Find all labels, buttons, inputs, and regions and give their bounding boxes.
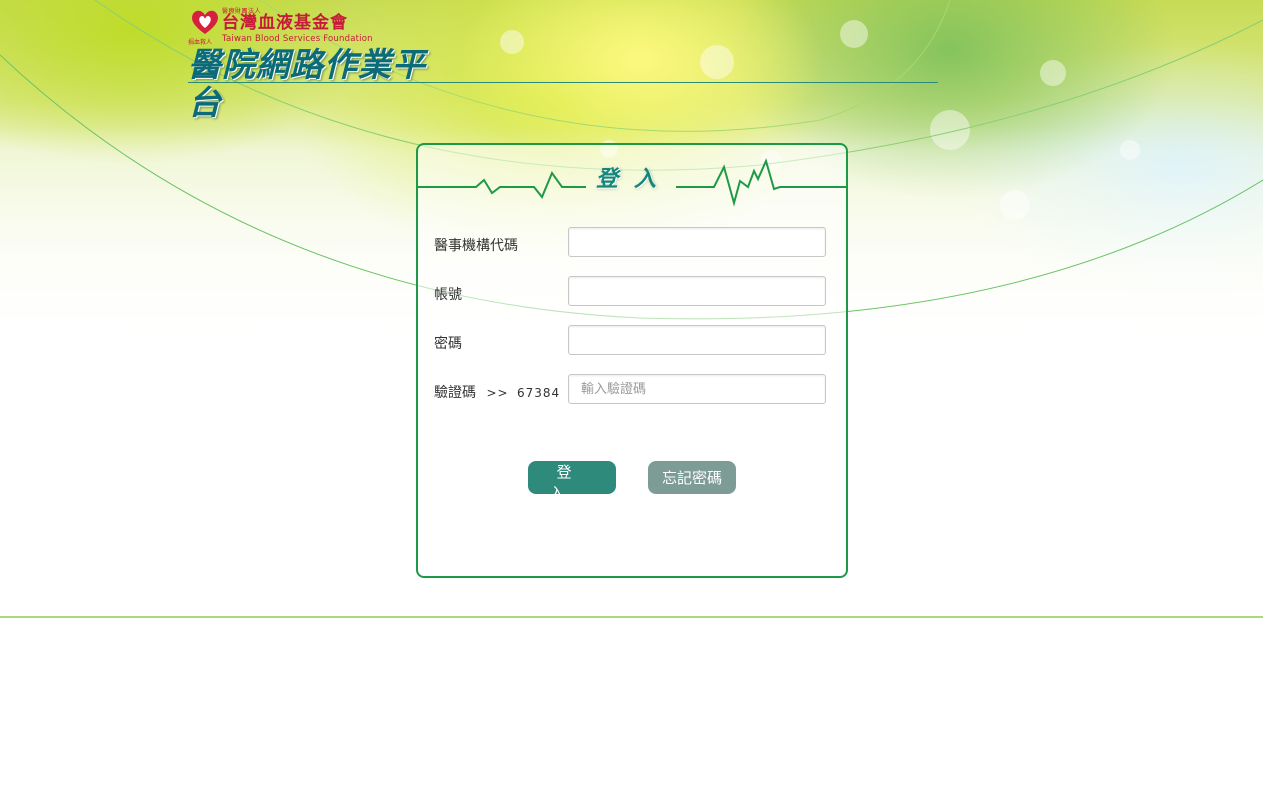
- forgot-password-button[interactable]: 忘記密碼: [648, 461, 736, 494]
- captcha-label: 驗證碼: [434, 385, 476, 401]
- captcha-prefix: >>: [486, 386, 509, 400]
- captcha-row: 驗證碼 >> 67384: [434, 374, 832, 408]
- org-name-cn: 台灣血液基金會: [222, 13, 348, 33]
- account-input[interactable]: [568, 276, 826, 306]
- password-row: 密碼: [434, 325, 832, 359]
- title-divider: [188, 82, 938, 83]
- logo[interactable]: 醫療財團法人 捐血救人 台灣血液基金會 Taiwan Blood Service…: [188, 6, 438, 122]
- login-heading: 登入: [596, 167, 673, 192]
- login-panel: 登入 醫事機構代碼 帳號 密碼 驗證碼 >> 67384 登入 忘記密碼: [416, 143, 848, 578]
- captcha-code: 67384: [517, 386, 561, 400]
- institution-code-row: 醫事機構代碼: [434, 227, 832, 261]
- account-row: 帳號: [434, 276, 832, 310]
- account-label: 帳號: [434, 287, 462, 303]
- footer-divider: [0, 616, 1263, 618]
- password-input[interactable]: [568, 325, 826, 355]
- page-title: 醫院網路作業平台: [188, 45, 426, 122]
- blood-heart-logo-icon: [192, 10, 218, 34]
- institution-code-label: 醫事機構代碼: [434, 238, 518, 254]
- org-name-en: Taiwan Blood Services Foundation: [222, 34, 373, 44]
- institution-code-input[interactable]: [568, 227, 826, 257]
- password-label: 密碼: [434, 336, 462, 352]
- login-button[interactable]: 登入: [528, 461, 616, 502]
- captcha-label-group: 驗證碼 >> 67384: [434, 382, 560, 402]
- captcha-input[interactable]: [568, 374, 826, 404]
